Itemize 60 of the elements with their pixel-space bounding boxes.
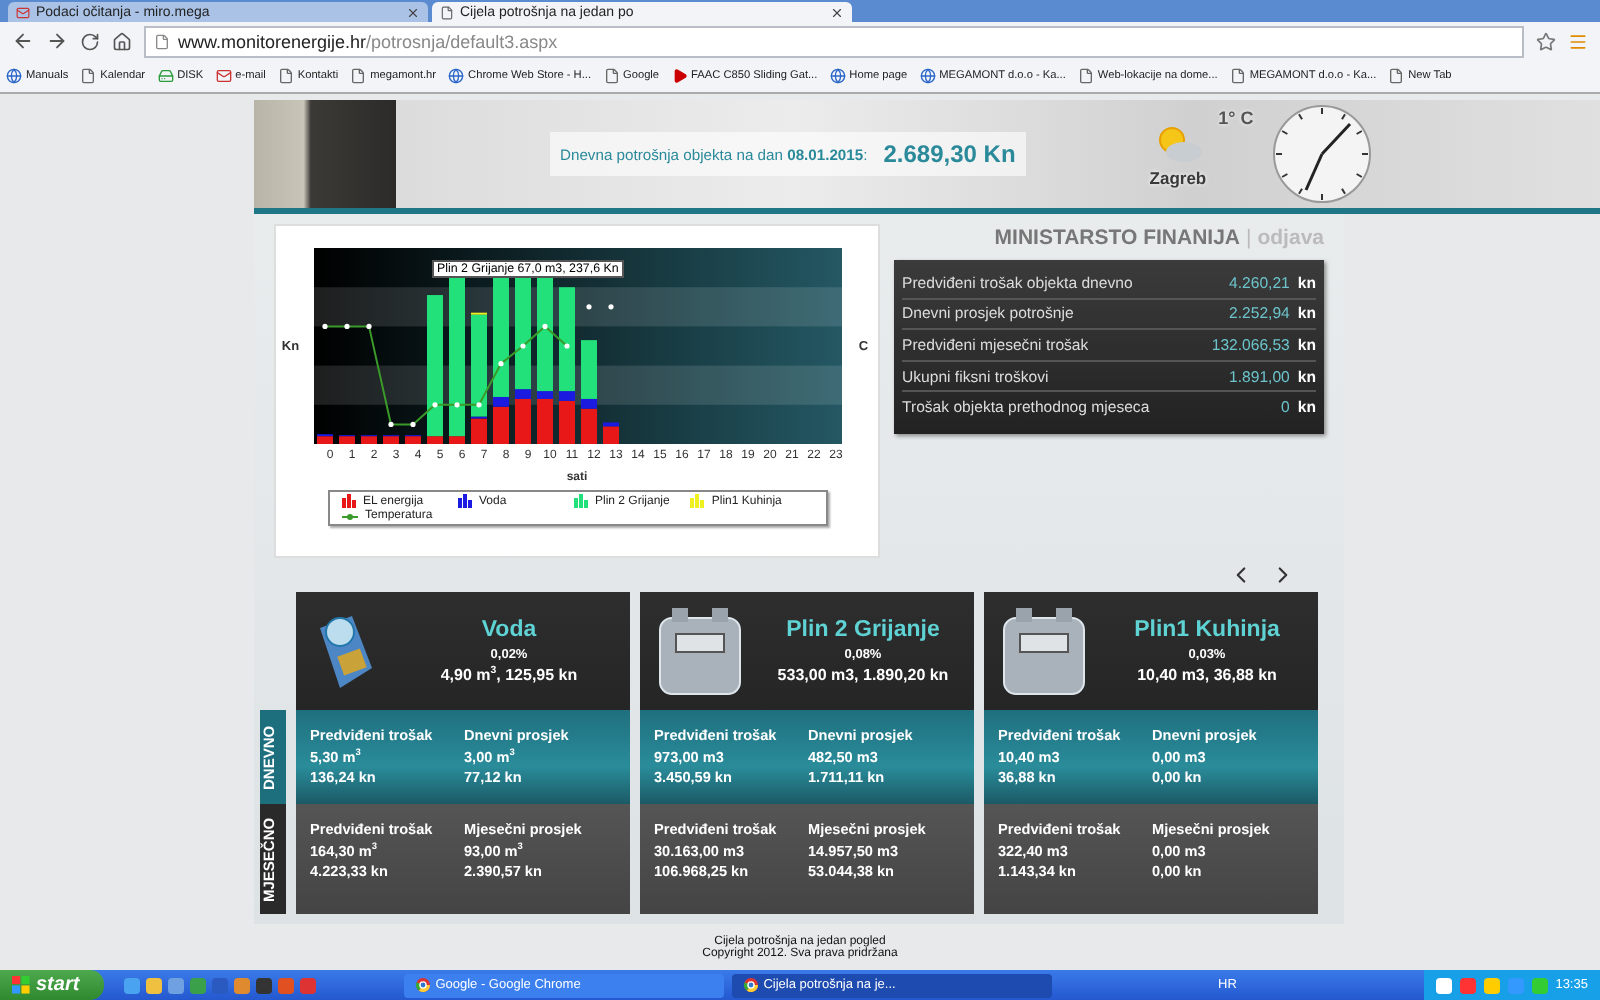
temperature-point	[607, 304, 613, 310]
globe-icon	[829, 68, 846, 84]
page-icon	[440, 5, 454, 19]
temperature-point	[475, 402, 481, 408]
meter-name: Plin1 Kuhinja	[1134, 618, 1280, 642]
windows-logo-icon	[12, 976, 30, 994]
page-icon	[80, 68, 97, 84]
globe-icon	[448, 68, 465, 84]
mail-icon	[16, 5, 30, 19]
globe-icon	[919, 68, 936, 84]
gas-meter-icon	[656, 605, 744, 697]
drive-icon	[157, 68, 174, 84]
start-button[interactable]: start	[0, 970, 104, 1000]
temperature-point	[453, 402, 459, 408]
photo-placeholder	[254, 100, 396, 208]
star-icon[interactable]	[1536, 31, 1556, 51]
temperature-point	[585, 304, 591, 310]
page-icon	[154, 33, 170, 49]
temperature-point	[409, 421, 415, 427]
browser-logo-icon	[743, 978, 758, 992]
gas-meter-icon	[1000, 605, 1088, 697]
separator-text: |	[1246, 226, 1252, 250]
home-icon[interactable]	[112, 31, 132, 51]
close-icon[interactable]	[830, 5, 844, 19]
temperature-point	[343, 323, 349, 329]
organization-name: MINISTARSTO FINANIJA	[994, 226, 1240, 250]
globe-icon	[6, 68, 22, 84]
play-icon	[671, 68, 688, 84]
page-icon	[1229, 68, 1246, 84]
meter-name: Plin 2 Grijanje	[786, 618, 940, 642]
back-icon[interactable]	[12, 30, 34, 52]
temperature-point	[321, 323, 327, 329]
menu-icon[interactable]	[1568, 31, 1588, 51]
meter-reading: 10,40 m3, 36,88 kn	[1137, 666, 1277, 684]
page-icon	[603, 68, 619, 84]
temperature-point	[387, 421, 393, 427]
page-icon	[277, 68, 294, 84]
forward-icon[interactable]	[46, 30, 68, 52]
page-icon	[1388, 68, 1405, 84]
temperature-point	[541, 323, 547, 329]
page-icon	[350, 68, 367, 84]
temperature-point	[497, 361, 503, 367]
meter-name: Voda	[481, 618, 537, 642]
temperature-point	[365, 323, 371, 329]
close-icon[interactable]	[406, 5, 420, 19]
browser-logo-icon	[415, 978, 430, 992]
meter-reading: 533,00 m3, 1.890,20 kn	[777, 666, 949, 684]
clock-drawing	[1269, 102, 1374, 206]
address-field[interactable]: www.monitorenergije.hr/potrosnja/default3.aspx	[144, 25, 1524, 57]
page-icon	[1077, 68, 1094, 84]
reload-icon[interactable]	[80, 31, 100, 51]
city-name: Zagreb	[1149, 167, 1207, 187]
temperature-point	[431, 402, 437, 408]
meter-reading: 4,90 m$^{3}$, 125,95 kn	[440, 666, 578, 684]
daily-total-amount: 2.689,30 Kn	[883, 140, 1016, 168]
mail-icon	[215, 68, 232, 84]
temperature-point	[563, 343, 569, 349]
temperature-text: 1° C	[1218, 108, 1254, 128]
temperature-point	[519, 343, 525, 349]
url-text: www.monitorenergije.hr/potrosnja/default3.aspx	[178, 31, 558, 51]
